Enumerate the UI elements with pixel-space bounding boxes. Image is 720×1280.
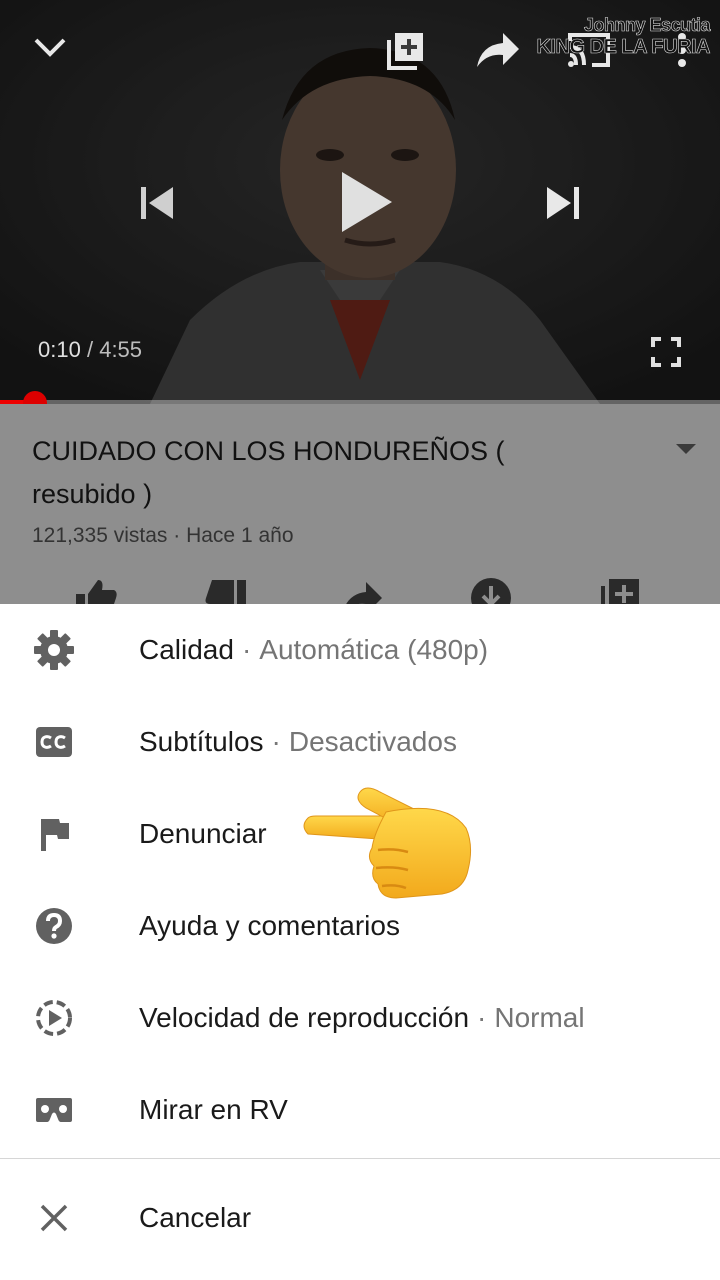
share-icon[interactable]: [340, 576, 384, 606]
download-icon[interactable]: [469, 576, 513, 606]
time-separator: /: [86, 337, 94, 362]
menu-item-vr[interactable]: Mirar en RV: [0, 1064, 720, 1156]
next-icon[interactable]: [538, 176, 588, 230]
menu-item-label: Denunciar: [139, 818, 267, 849]
menu-item-playback-speed[interactable]: Velocidad de reproducción · Normal: [0, 972, 720, 1064]
save-icon[interactable]: [600, 576, 644, 606]
playback-speed-icon: [32, 996, 76, 1040]
menu-item-quality[interactable]: Calidad · Automática (480p): [0, 604, 720, 696]
channel-watermark: Johnny Escutia KING DE LA FURIA: [536, 14, 711, 59]
watermark-line-1: Johnny Escutia: [583, 15, 711, 36]
video-title[interactable]: CUIDADO CON LOS HONDUREÑOS ( resubido ): [32, 430, 612, 516]
menu-item-label: Velocidad de reproducción: [139, 1002, 470, 1033]
watermark-line-2: KING DE LA FURIA: [536, 36, 711, 59]
menu-item-label: Calidad: [139, 634, 234, 665]
menu-divider: [0, 1158, 720, 1159]
cc-icon: [32, 720, 76, 764]
previous-icon[interactable]: [132, 176, 182, 230]
video-info: CUIDADO CON LOS HONDUREÑOS ( resubido ) …: [0, 404, 720, 606]
like-icon[interactable]: [74, 576, 118, 606]
time-display: 0:10 / 4:55: [38, 337, 142, 363]
menu-item-label: Mirar en RV: [139, 1094, 288, 1125]
flag-icon: [32, 812, 76, 856]
video-meta: 121,335 vistas · Hace 1 año: [32, 524, 294, 547]
menu-item-label: Subtítulos: [139, 726, 264, 757]
add-to-playlist-icon[interactable]: [384, 28, 428, 72]
fullscreen-icon[interactable]: [646, 332, 686, 372]
chevron-down-icon[interactable]: [28, 26, 72, 70]
menu-item-value: Automática (480p): [259, 634, 489, 665]
action-row: [0, 576, 720, 606]
options-sheet: Calidad · Automática (480p) Subtítulos · Des…: [0, 604, 720, 1280]
play-icon[interactable]: [326, 162, 406, 242]
dislike-icon[interactable]: [204, 576, 248, 606]
help-icon: [32, 904, 76, 948]
menu-item-value: Normal: [494, 1002, 585, 1033]
gear-icon: [32, 628, 76, 672]
menu-item-label: Ayuda y comentarios: [139, 910, 400, 941]
expand-arrow-icon[interactable]: [676, 444, 696, 454]
vr-icon: [32, 1088, 76, 1132]
duration: 4:55: [99, 337, 143, 362]
menu-item-value: Desactivados: [288, 726, 457, 757]
cancel-label: Cancelar: [139, 1202, 252, 1233]
video-player[interactable]: Johnny Escutia KING DE LA FURIA 0:10 / 4…: [0, 0, 720, 404]
close-icon: [32, 1196, 76, 1240]
pointing-hand-icon: [296, 786, 476, 909]
share-icon[interactable]: [474, 28, 522, 72]
cancel-button[interactable]: Cancelar: [0, 1172, 720, 1264]
menu-item-subtitles[interactable]: Subtítulos · Desactivados: [0, 696, 720, 788]
current-time: 0:10: [38, 337, 81, 362]
